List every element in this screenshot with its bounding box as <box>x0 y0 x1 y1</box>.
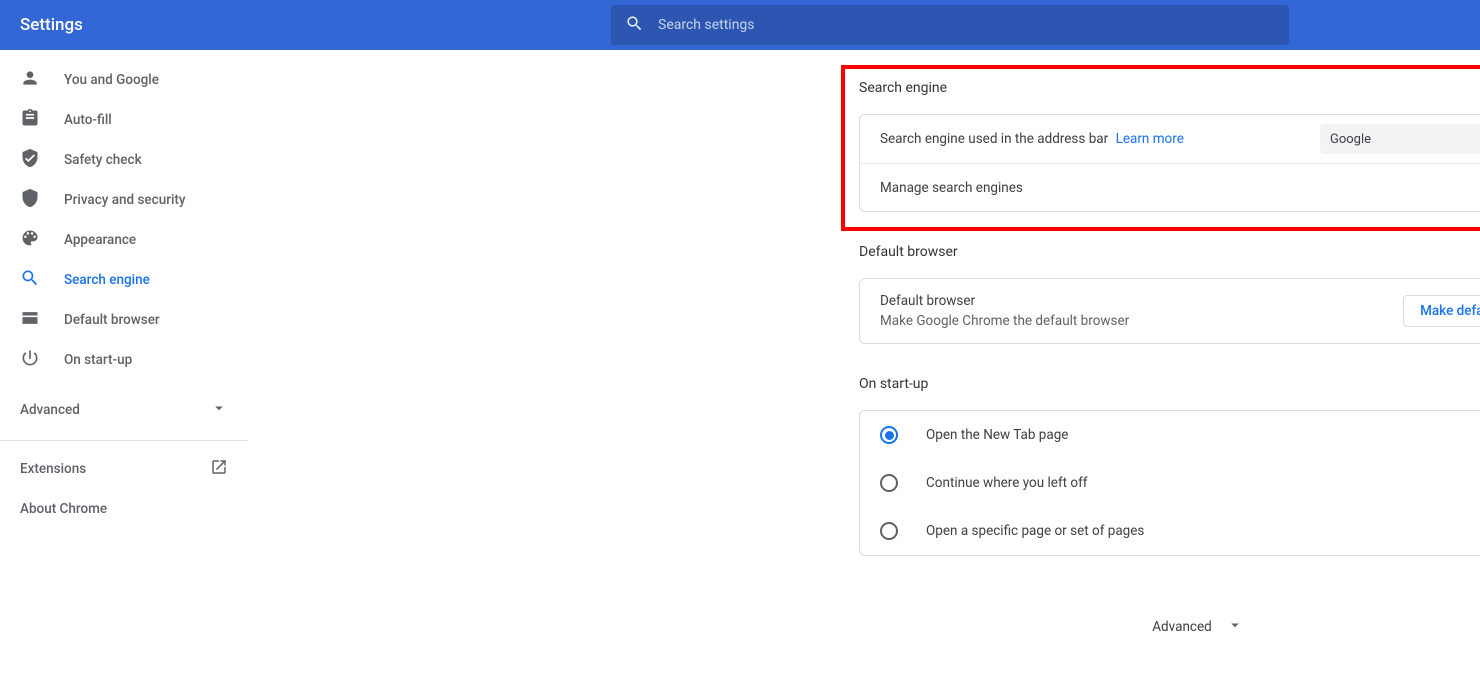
search-icon <box>625 14 644 37</box>
search-engine-card: Search engine used in the address bar Le… <box>859 114 1480 212</box>
radio-icon[interactable] <box>880 522 898 540</box>
sidebar-item-privacy[interactable]: Privacy and security <box>0 180 248 220</box>
open-in-new-icon <box>210 458 228 480</box>
search-input[interactable] <box>658 17 1275 33</box>
search-engine-label: Search engine used in the address bar <box>880 131 1108 147</box>
content: Search engine Search engine used in the … <box>248 50 1480 698</box>
startup-option-continue[interactable]: Continue where you left off <box>860 459 1480 507</box>
startup-option-new-tab[interactable]: Open the New Tab page <box>860 411 1480 459</box>
sidebar-item-you-and-google[interactable]: You and Google <box>0 60 248 100</box>
power-icon <box>20 348 40 372</box>
sidebar-item-label: Safety check <box>64 152 142 168</box>
browser-icon <box>20 308 40 332</box>
startup-option-label: Continue where you left off <box>926 475 1088 491</box>
section-title-default-browser: Default browser <box>859 244 1480 260</box>
section-title-on-startup: On start-up <box>859 376 1480 392</box>
on-startup-card: Open the New Tab page Continue where you… <box>859 410 1480 556</box>
make-default-button[interactable]: Make default <box>1403 295 1480 327</box>
startup-option-label: Open a specific page or set of pages <box>926 523 1144 539</box>
learn-more-link[interactable]: Learn more <box>1116 131 1184 147</box>
advanced-footer-toggle[interactable]: Advanced <box>859 616 1480 638</box>
search-engine-selected: Google <box>1330 132 1371 147</box>
sidebar-item-label: Auto-fill <box>64 112 112 128</box>
advanced-footer-label: Advanced <box>1152 619 1212 635</box>
sidebar-item-autofill[interactable]: Auto-fill <box>0 100 248 140</box>
sidebar-item-safety-check[interactable]: Safety check <box>0 140 248 180</box>
chevron-down-icon <box>210 399 228 421</box>
person-icon <box>20 68 40 92</box>
manage-search-engines-label: Manage search engines <box>880 180 1023 196</box>
palette-icon <box>20 228 40 252</box>
divider <box>0 440 248 441</box>
advanced-label: Advanced <box>20 402 80 418</box>
shield-check-icon <box>20 148 40 172</box>
default-browser-card: Default browser Make Google Chrome the d… <box>859 278 1480 344</box>
extensions-label: Extensions <box>20 461 86 477</box>
sidebar-about-chrome[interactable]: About Chrome <box>0 489 248 529</box>
sidebar: You and Google Auto-fill Safety check Pr… <box>0 50 248 698</box>
sidebar-extensions[interactable]: Extensions <box>0 449 248 489</box>
shield-icon <box>20 188 40 212</box>
sidebar-item-label: Privacy and security <box>64 192 186 208</box>
default-browser-label: Default browser <box>880 293 1129 309</box>
clipboard-icon <box>20 108 40 132</box>
sidebar-item-search-engine[interactable]: Search engine <box>0 260 248 300</box>
about-label: About Chrome <box>20 501 107 517</box>
sidebar-item-appearance[interactable]: Appearance <box>0 220 248 260</box>
section-title-search-engine: Search engine <box>859 80 1480 96</box>
sidebar-item-label: Appearance <box>64 232 136 248</box>
sidebar-item-label: Search engine <box>64 272 150 288</box>
manage-search-engines[interactable]: Manage search engines <box>860 163 1480 211</box>
default-browser-row: Default browser Make Google Chrome the d… <box>860 279 1480 343</box>
startup-option-label: Open the New Tab page <box>926 427 1068 443</box>
sidebar-item-label: On start-up <box>64 352 132 368</box>
radio-icon[interactable] <box>880 426 898 444</box>
header: Settings <box>0 0 1480 50</box>
sidebar-advanced-toggle[interactable]: Advanced <box>0 390 248 430</box>
sidebar-item-label: You and Google <box>64 72 159 88</box>
sidebar-item-default-browser[interactable]: Default browser <box>0 300 248 340</box>
radio-icon[interactable] <box>880 474 898 492</box>
search-engine-row: Search engine used in the address bar Le… <box>860 115 1480 163</box>
sidebar-item-on-startup[interactable]: On start-up <box>0 340 248 380</box>
chevron-down-icon <box>1226 616 1244 638</box>
default-browser-sublabel: Make Google Chrome the default browser <box>880 313 1129 329</box>
search-settings[interactable] <box>611 5 1289 45</box>
sidebar-item-label: Default browser <box>64 312 160 328</box>
search-engine-select[interactable]: Google <box>1320 124 1480 154</box>
search-icon <box>20 268 40 292</box>
page-title: Settings <box>20 15 83 35</box>
startup-option-specific-pages[interactable]: Open a specific page or set of pages <box>860 507 1480 555</box>
